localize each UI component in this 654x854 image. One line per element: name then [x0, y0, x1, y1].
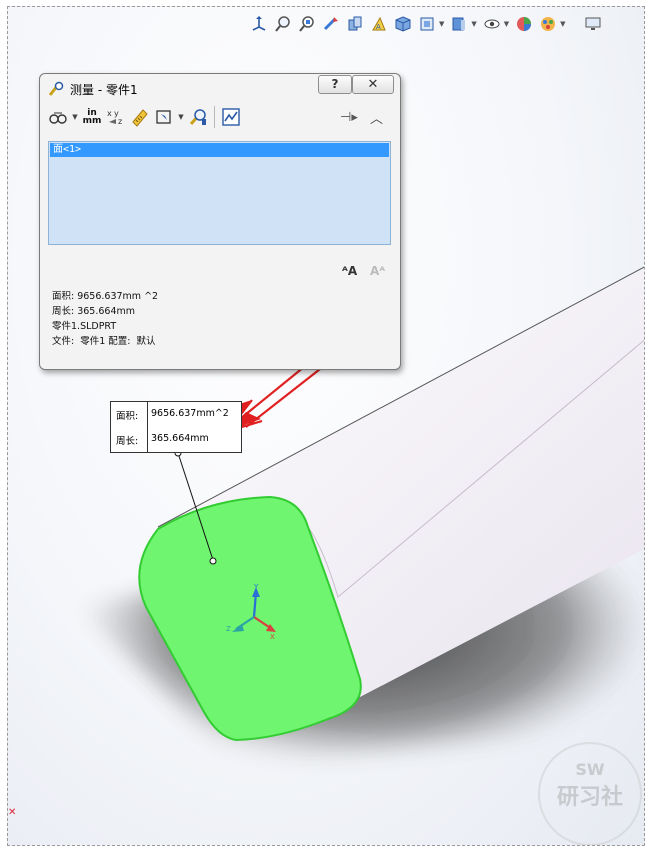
view-settings-button[interactable] — [582, 13, 604, 35]
box-view-icon — [452, 17, 466, 31]
section-view-button[interactable] — [344, 13, 366, 35]
edit-appearance-button[interactable] — [513, 13, 535, 35]
panel-title: 测量 - 零件1 — [70, 82, 138, 97]
selection-list[interactable]: 面<1> — [48, 141, 391, 245]
display-style-button[interactable] — [416, 13, 438, 35]
annotation-view-icon: A — [372, 16, 386, 31]
arc-circle-measure-button[interactable] — [46, 105, 70, 129]
view-orientation-cube-button[interactable] — [392, 13, 414, 35]
decrease-font-icon[interactable]: Aᴬ — [370, 264, 385, 278]
scene-dropdown[interactable]: ▼ — [560, 20, 565, 28]
previous-view-icon — [323, 17, 338, 31]
measure-tool-icon — [48, 81, 64, 96]
monitor-icon — [585, 17, 601, 30]
pin-icon[interactable]: ⊣▸ — [340, 110, 358, 125]
selection-item[interactable]: 面<1> — [50, 143, 389, 157]
cube-icon — [395, 16, 411, 32]
result-area: 面积: 9656.637mm ^2 — [52, 291, 159, 302]
section-view-icon — [348, 16, 362, 31]
heads-up-toolbar: A ▼ ▼ ▼ ▼ — [248, 9, 604, 39]
leader-anchor-face[interactable] — [209, 557, 217, 565]
visibility-button[interactable] — [481, 13, 503, 35]
arc-options-icon — [49, 112, 67, 124]
projection-icon — [156, 110, 171, 124]
xyz-measure-button[interactable]: xyz — [104, 105, 128, 129]
arc-options-dropdown[interactable]: ▼ — [70, 113, 80, 121]
zoom-area-icon — [299, 16, 314, 32]
units-precision-button[interactable]: in mm — [80, 105, 104, 129]
sensor-icon — [189, 109, 206, 125]
callout-area-label: 面积: — [116, 411, 139, 422]
result-perimeter: 周长: 365.664mm — [52, 306, 136, 317]
previous-view-button[interactable] — [320, 13, 342, 35]
point-to-point-button[interactable] — [128, 105, 152, 129]
callout-perimeter-value: 365.664mm — [151, 433, 209, 444]
collapse-icon[interactable]: ︿ — [370, 108, 383, 127]
measure-callout[interactable]: 面积: 9656.637mm^2 周长: 365.664mm — [110, 401, 242, 453]
toolbar-separator — [214, 106, 215, 128]
close-button[interactable]: ✕ — [352, 75, 394, 94]
triad-y-label: Y — [253, 583, 259, 591]
zoom-to-fit-button[interactable] — [272, 13, 294, 35]
measure-panel[interactable]: 测量 - 零件1 ? ✕ ▼ in mm xyz ▼ ⊣▸ ︿ 面<1> ᴬA … — [39, 73, 401, 370]
view-orientation-button[interactable] — [248, 13, 270, 35]
chart-history-icon — [222, 108, 240, 126]
display-style-icon — [420, 17, 434, 31]
measure-history-button[interactable] — [219, 105, 243, 129]
display-style-dropdown[interactable]: ▼ — [439, 20, 444, 28]
result-part-file: 零件1.SLDPRT — [52, 321, 117, 332]
ruler-icon — [132, 109, 148, 127]
callout-perimeter-label: 周长: — [116, 436, 139, 447]
panel-title-bar[interactable]: 测量 - 零件1 — [48, 79, 138, 99]
svg-text:z: z — [118, 117, 122, 126]
callout-area-value: 9656.637mm^2 — [151, 408, 229, 419]
graphics-area[interactable]: Y X Z A ▼ ▼ ▼ ▼ 测量 - 零件1 ? ✕ ▼ in mm x y… — [7, 6, 645, 846]
triad-z-label: Z — [226, 625, 231, 633]
create-sensor-button[interactable] — [186, 105, 210, 129]
triad-view-icon — [252, 16, 266, 31]
watermark-logo: SW 研习社 — [538, 742, 642, 845]
measure-results: 面积: 9656.637mm ^2 周长: 365.664mm 零件1.SLDP… — [52, 289, 158, 349]
dynamic-annotation-button[interactable]: A — [368, 13, 390, 35]
result-configuration: 文件: 零件1 配置: 默认 — [52, 336, 156, 347]
appearance-icon — [517, 17, 532, 31]
visibility-dropdown[interactable]: ▼ — [504, 20, 509, 28]
eye-icon — [484, 19, 500, 29]
hide-show-dropdown[interactable]: ▼ — [471, 20, 476, 28]
apply-scene-button[interactable] — [537, 13, 559, 35]
triad-x-label: X — [270, 633, 275, 641]
hide-show-button[interactable] — [448, 13, 470, 35]
callout-divider — [147, 402, 148, 452]
projection-button[interactable] — [152, 105, 176, 129]
zoom-to-area-button[interactable] — [296, 13, 318, 35]
help-button[interactable]: ? — [318, 75, 352, 94]
scene-icon — [541, 17, 556, 31]
zoom-fit-icon — [275, 16, 290, 32]
svg-text:A: A — [376, 23, 381, 31]
xyz-icon: x yz — [107, 109, 122, 126]
units-icon: in mm — [82, 108, 102, 126]
origin-marker-icon: ✕ — [8, 807, 17, 818]
projection-dropdown[interactable]: ▼ — [176, 113, 186, 121]
increase-font-icon[interactable]: ᴬA — [342, 264, 357, 278]
svg-text:x: x — [107, 109, 112, 118]
